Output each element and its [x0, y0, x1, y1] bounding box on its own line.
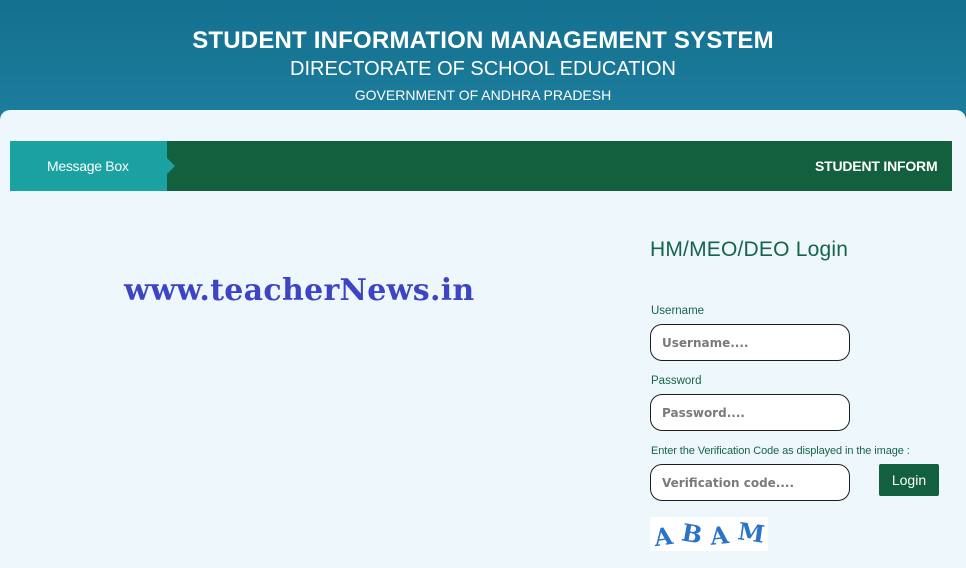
- captcha-char: A: [708, 520, 731, 551]
- site-subtitle: DIRECTORATE OF SCHOOL EDUCATION: [290, 58, 676, 80]
- verification-code-label: Enter the Verification Code as displayed…: [651, 445, 910, 457]
- password-label: Password: [651, 375, 702, 387]
- watermark-text: www.teacherNews.in: [124, 273, 475, 308]
- login-button[interactable]: Login: [879, 464, 939, 496]
- password-input[interactable]: [650, 394, 850, 431]
- captcha-char: B: [679, 517, 705, 550]
- login-title: HM/MEO/DEO Login: [650, 238, 849, 261]
- username-input[interactable]: [650, 324, 850, 361]
- marquee-text: STUDENT INFORM: [815, 158, 937, 174]
- message-bar: Message Box STUDENT INFORM: [10, 141, 952, 191]
- message-box-label: Message Box: [10, 141, 167, 191]
- site-government: GOVERNMENT OF ANDHRA PRADESH: [354, 87, 612, 103]
- captcha-image: A B A M: [650, 516, 768, 553]
- username-label: Username: [651, 305, 705, 317]
- site-header: STUDENT INFORMATION MANAGEMENT SYSTEM DI…: [0, 0, 966, 118]
- site-title: STUDENT INFORMATION MANAGEMENT SYSTEM: [192, 27, 774, 54]
- message-marquee: STUDENT INFORM: [815, 141, 937, 191]
- captcha-char: M: [736, 516, 767, 549]
- message-box-arrow-icon: [167, 158, 175, 174]
- main-card: Message Box STUDENT INFORM www.teacherNe…: [0, 110, 966, 568]
- captcha-char: A: [652, 520, 675, 553]
- verification-code-input[interactable]: [650, 464, 850, 501]
